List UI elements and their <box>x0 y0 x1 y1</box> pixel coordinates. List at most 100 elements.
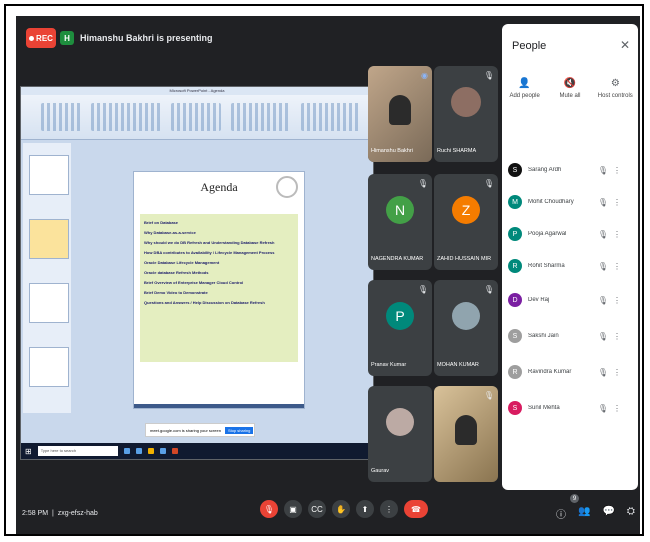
slide-bullet: Oracle Database Lifecycle Management <box>144 260 220 265</box>
slide-thumbnail[interactable] <box>29 219 69 259</box>
person-silhouette <box>455 415 477 446</box>
info-icon[interactable]: ⓘ <box>556 506 566 521</box>
participant-avatar: R <box>508 259 522 273</box>
more-options-icon[interactable]: ⋮ <box>610 296 624 305</box>
ribbon-group <box>91 103 161 131</box>
more-options-icon[interactable]: ⋮ <box>610 230 624 239</box>
presenter-indicator: H Himanshu Bakhri is presenting <box>60 28 213 48</box>
ppt-ribbon <box>21 95 373 140</box>
stop-sharing-button[interactable]: Stop sharing <box>224 426 254 434</box>
participant-avatar: M <box>508 195 522 209</box>
more-options-icon[interactable]: ⋮ <box>610 198 624 207</box>
participant-name: Mohit Choudhary <box>528 199 574 205</box>
end-call-icon[interactable]: ☎ <box>404 500 428 518</box>
slide-thumbnail[interactable] <box>29 283 69 323</box>
participant-tile[interactable]: 🎙 <box>434 386 498 482</box>
participant-name: Himanshu Bakhri <box>371 148 413 154</box>
participant-tile[interactable]: 🎙 MOHAN KUMAR <box>434 280 498 376</box>
participant-avatar: P <box>386 302 414 331</box>
people-actions: 👤 Add people 🔇 Mute all ⚙ Host controls <box>502 78 638 99</box>
taskbar-search[interactable]: Type here to search <box>37 446 118 456</box>
action-label: Host controls <box>597 93 633 99</box>
participant-row[interactable]: P Pooja Agarwal 🎙 ⋮ <box>508 224 632 244</box>
participant-row[interactable]: R Ravindra Kumar 🎙 ⋮ <box>508 362 632 382</box>
more-options-icon[interactable]: ⋮ <box>610 368 624 377</box>
taskbar-app-icon[interactable] <box>147 448 154 454</box>
more-options-icon[interactable]: ⋮ <box>380 500 398 518</box>
meeting-info: 2:58 PM | zxg-efsz-hab <box>22 510 98 517</box>
captions-icon[interactable]: CC <box>308 500 326 518</box>
raise-hand-icon[interactable]: ✋ <box>332 500 350 518</box>
participant-tile[interactable]: 🎙 Ruchi SHARMA <box>434 66 498 162</box>
meet-window: REC H Himanshu Bakhri is presenting Micr… <box>16 16 640 534</box>
person-silhouette <box>389 95 411 126</box>
taskbar-app-icon[interactable] <box>123 448 130 454</box>
taskbar-app-icon[interactable] <box>159 448 166 454</box>
more-options-icon[interactable]: ⋮ <box>610 166 624 175</box>
participant-row[interactable]: M Mohit Choudhary 🎙 ⋮ <box>508 192 632 212</box>
participant-tile[interactable]: Gaurav <box>368 386 432 482</box>
present-icon[interactable]: ⬆ <box>356 500 374 518</box>
more-options-icon[interactable]: ⋮ <box>610 332 624 341</box>
slide-bullet: Brief Overview of Enterprise Manager Clo… <box>144 280 244 285</box>
mic-off-icon: 🎙 <box>483 285 494 294</box>
mic-off-icon[interactable]: 🎙 <box>260 500 278 518</box>
participant-name: Gaurav <box>371 468 390 474</box>
clock-time: 2:58 PM <box>22 510 49 517</box>
recording-label: REC <box>36 33 53 43</box>
participant-name: Rohit Sharma <box>528 263 565 269</box>
participant-row[interactable]: D Dev Raj 🎙 ⋮ <box>508 290 632 310</box>
mic-off-icon[interactable]: 🎙 <box>596 262 610 271</box>
participant-avatar: D <box>508 293 522 307</box>
participant-row[interactable]: S Sakshi Jain 🎙 ⋮ <box>508 326 632 346</box>
participant-tile[interactable]: N 🎙 NAGENDRA KUMAR <box>368 174 432 270</box>
recording-badge: REC <box>26 28 56 48</box>
more-options-icon[interactable]: ⋮ <box>610 262 624 271</box>
ribbon-group <box>171 103 221 131</box>
taskbar-app-icon[interactable] <box>135 448 142 454</box>
taskbar-app-icon[interactable] <box>171 448 178 454</box>
close-icon[interactable]: ✕ <box>620 38 630 52</box>
ribbon-group <box>301 103 361 131</box>
mic-off-icon[interactable]: 🎙 <box>596 296 610 305</box>
action-label: Add people <box>509 93 540 99</box>
action-label: Mute all <box>559 93 581 99</box>
slide-thumbnail[interactable] <box>29 155 69 195</box>
participant-row[interactable]: S Sunil Mehta 🎙 ⋮ <box>508 398 632 418</box>
slide-bullet: Why Database-as-a-service <box>144 230 196 235</box>
chat-icon[interactable]: 💬 <box>602 506 614 521</box>
windows-start-icon[interactable]: ⊞ <box>25 447 32 456</box>
presenter-text: Himanshu Bakhri is presenting <box>80 33 213 43</box>
participant-name: MOHAN KUMAR <box>437 362 479 368</box>
participant-tile[interactable]: P 🎙 Pranav Kumar <box>368 280 432 376</box>
mic-off-icon[interactable]: 🎙 <box>596 332 610 341</box>
add-people-button[interactable]: 👤 Add people <box>505 78 545 99</box>
mic-off-icon[interactable]: 🎙 <box>596 404 610 413</box>
mute-all-button[interactable]: 🔇 Mute all <box>550 78 590 99</box>
slide-thumbnail[interactable] <box>29 347 69 387</box>
participant-photo <box>386 408 414 437</box>
activities-icon[interactable]: ⛭ <box>627 506 635 521</box>
more-options-icon[interactable]: ⋮ <box>610 404 624 413</box>
mic-off-icon[interactable]: 🎙 <box>596 198 610 207</box>
participant-video <box>434 386 498 482</box>
ribbon-group <box>41 103 81 131</box>
camera-icon[interactable]: ▣ <box>284 500 302 518</box>
participant-name: Ravindra Kumar <box>528 369 572 375</box>
participant-tile[interactable]: Z 🎙 ZAHID HUSSAIN MIR <box>434 174 498 270</box>
mic-off-icon[interactable]: 🎙 <box>596 368 610 377</box>
people-icon[interactable]: 👥 <box>578 506 590 521</box>
mic-off-icon[interactable]: 🎙 <box>596 230 610 239</box>
sharing-notice: meet.google.com is sharing your screen S… <box>145 423 255 437</box>
slide-bullet: Oracle database Refresh Methods <box>144 270 209 275</box>
people-panel: People ✕ 👤 Add people 🔇 Mute all ⚙ Host … <box>502 24 638 490</box>
mic-off-icon[interactable]: 🎙 <box>596 166 610 175</box>
sharing-notice-text: meet.google.com is sharing your screen <box>150 427 221 433</box>
presenter-avatar: H <box>60 31 74 45</box>
participant-tile[interactable]: ◉ Himanshu Bakhri <box>368 66 432 162</box>
host-controls-button[interactable]: ⚙ Host controls <box>595 78 635 99</box>
ribbon-group <box>231 103 291 131</box>
slide-bullet: Brief on Database <box>144 220 179 225</box>
participant-row[interactable]: S Sarang Ardh 🎙 ⋮ <box>508 160 632 180</box>
participant-row[interactable]: R Rohit Sharma 🎙 ⋮ <box>508 256 632 276</box>
